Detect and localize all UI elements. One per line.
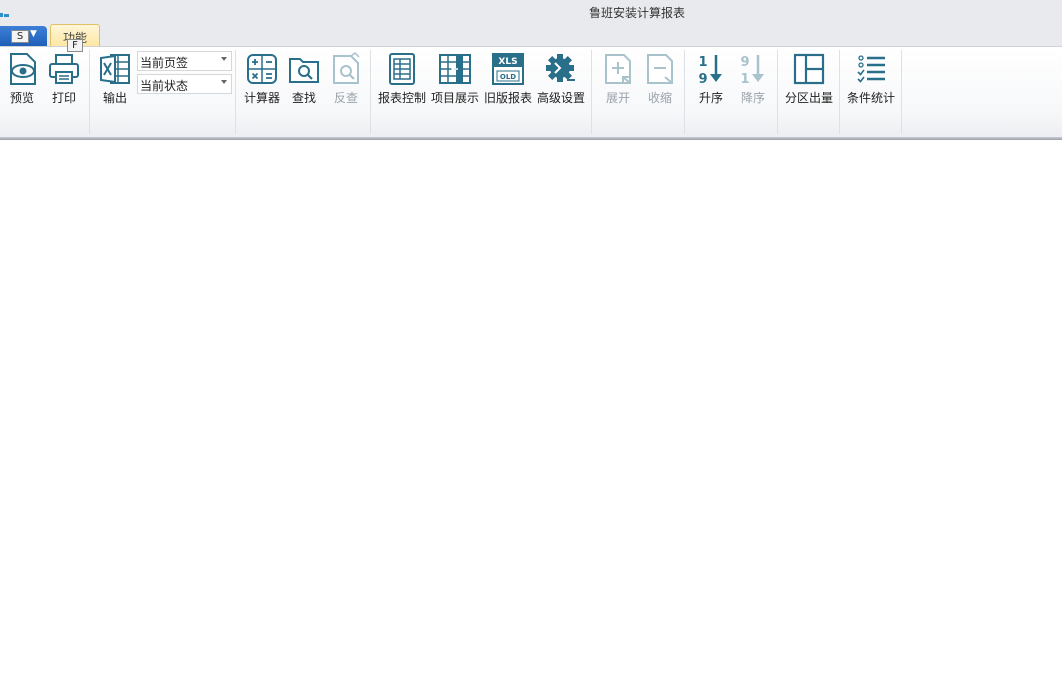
print-button[interactable]: 打印 <box>44 52 84 108</box>
keytip-file: S <box>11 30 29 43</box>
conditional-stats-label: 条件统计 <box>846 91 895 105</box>
old-report-button[interactable]: XLS OLD 旧版报表 <box>482 52 534 108</box>
group-separator <box>684 50 685 134</box>
keytip-function: F <box>67 39 83 52</box>
calculator-icon <box>247 54 277 84</box>
print-label: 打印 <box>51 91 76 105</box>
collapse-label: 收缩 <box>647 91 672 105</box>
layout-partition-icon <box>793 53 825 85</box>
item-display-button[interactable]: 项目展示 <box>429 52 481 108</box>
svg-text:OLD: OLD <box>500 73 516 81</box>
expand-label: 展开 <box>605 91 630 105</box>
partition-output-button[interactable]: 分区出量 <box>783 52 835 108</box>
expand-button[interactable]: 展开 <box>599 52 637 108</box>
excel-icon <box>100 54 130 84</box>
checklist-icon <box>857 55 885 83</box>
page-scope-dropdown[interactable]: 当前页签 <box>137 51 232 71</box>
find-button[interactable]: 查找 <box>285 52 323 108</box>
group-separator <box>591 50 592 134</box>
export-label: 输出 <box>102 91 127 105</box>
sort-ascending-label: 升序 <box>698 91 723 105</box>
tab-file[interactable]: S ▼ <box>0 26 47 46</box>
group-separator <box>839 50 840 134</box>
svg-text:9: 9 <box>740 55 749 70</box>
sort-descending-label: 降序 <box>740 91 765 105</box>
svg-text:XLS: XLS <box>498 57 517 67</box>
preview-button[interactable]: 预览 <box>2 52 42 108</box>
window-title: 鲁班安装计算报表 <box>588 6 685 20</box>
reverse-find-label: 反查 <box>333 91 358 105</box>
sort-ascending-icon: 1 9 <box>698 55 722 86</box>
preview-icon <box>10 53 36 85</box>
group-separator <box>235 50 236 134</box>
ribbon-tab-row: S ▼ 功能 <box>0 24 1062 46</box>
gear-icon <box>546 54 575 82</box>
dropdown-arrow-icon <box>221 57 227 61</box>
svg-text:9: 9 <box>698 72 707 86</box>
state-scope-dropdown[interactable]: 当前状态 <box>137 74 232 94</box>
sort-descending-button[interactable]: 9 1 降序 <box>734 52 772 108</box>
svg-text:1: 1 <box>698 55 707 70</box>
grid-columns-icon <box>439 54 471 84</box>
sort-descending-icon: 9 1 <box>740 55 764 86</box>
search-folder-icon <box>289 58 319 83</box>
advanced-settings-label: 高级设置 <box>536 91 585 105</box>
xls-old-icon: XLS OLD <box>492 53 524 85</box>
partition-output-label: 分区出量 <box>784 91 833 105</box>
dropdown-arrow-icon <box>221 80 227 84</box>
group-separator <box>370 50 371 134</box>
preview-label: 预览 <box>9 91 34 105</box>
report-table-icon <box>389 53 415 85</box>
old-report-label: 旧版报表 <box>483 91 532 105</box>
printer-icon <box>49 54 79 84</box>
find-label: 查找 <box>291 91 316 105</box>
group-separator <box>89 50 90 134</box>
conditional-stats-button[interactable]: 条件统计 <box>845 52 897 108</box>
item-display-label: 项目展示 <box>430 91 479 105</box>
group-separator <box>901 50 902 134</box>
collapse-button[interactable]: 收缩 <box>641 52 679 108</box>
sort-ascending-button[interactable]: 1 9 升序 <box>692 52 730 108</box>
svg-text:1: 1 <box>740 72 749 86</box>
report-control-button[interactable]: 报表控制 <box>376 52 428 108</box>
chevron-down-icon: ▼ <box>30 29 37 39</box>
page-scope-value: 当前页签 <box>140 56 189 70</box>
report-control-label: 报表控制 <box>377 91 426 105</box>
export-button[interactable]: 输出 <box>96 52 134 108</box>
advanced-settings-button[interactable]: 高级设置 <box>535 52 587 108</box>
group-separator <box>777 50 778 134</box>
calculator-button[interactable]: 计算器 <box>242 52 282 108</box>
reverse-find-button[interactable]: 反查 <box>327 52 365 108</box>
calculator-label: 计算器 <box>243 91 280 105</box>
title-bar: 鲁班安装计算报表 <box>0 0 1062 24</box>
reverse-search-icon <box>333 52 360 84</box>
state-scope-value: 当前状态 <box>140 79 189 93</box>
report-canvas[interactable] <box>0 140 1062 700</box>
collapse-icon <box>647 54 673 84</box>
expand-icon <box>605 54 631 84</box>
